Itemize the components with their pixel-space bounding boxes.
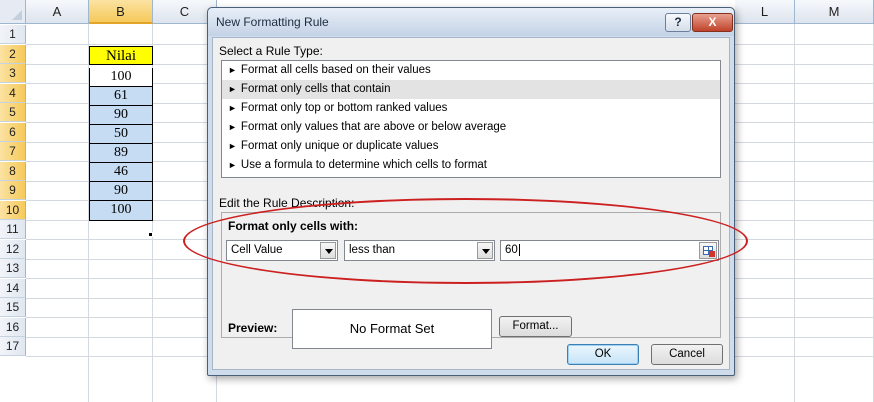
select-all-corner[interactable]: [0, 0, 26, 24]
rule-type-item[interactable]: ► Format only top or bottom ranked values: [222, 99, 720, 118]
rule-type-label: Format all cells based on their values: [240, 64, 431, 76]
row-header-6[interactable]: 6: [0, 123, 26, 142]
dropdown-arrow-icon[interactable]: [320, 242, 336, 259]
condition-field-select[interactable]: Cell Value: [226, 240, 338, 261]
format-only-cells-with-label: Format only cells with:: [228, 219, 359, 233]
dialog-titlebar[interactable]: New Formatting Rule ? X: [208, 8, 734, 36]
play-arrow-icon: ►: [228, 84, 237, 94]
cell-b9[interactable]: 90: [89, 182, 153, 201]
rule-type-label: Use a formula to determine which cells t…: [240, 159, 487, 171]
rule-type-item[interactable]: ► Format all cells based on their values: [222, 61, 720, 80]
row-header-1[interactable]: 1: [0, 25, 26, 44]
row-header-2[interactable]: 2: [0, 45, 26, 64]
row-header-12[interactable]: 12: [0, 240, 26, 259]
help-button[interactable]: ?: [665, 13, 691, 32]
row-header-10[interactable]: 10: [0, 201, 26, 220]
cell-b5[interactable]: 90: [89, 106, 153, 125]
edit-rule-description-label: Edit the Rule Description:: [219, 196, 355, 210]
dialog-body: Select a Rule Type: ► Format all cells ba…: [212, 37, 730, 370]
cell-b8[interactable]: 46: [89, 163, 153, 182]
ok-button[interactable]: OK: [567, 344, 639, 365]
condition-operator-value: less than: [349, 244, 396, 256]
format-preview: No Format Set: [292, 309, 492, 349]
cell-b4[interactable]: 61: [89, 87, 153, 106]
play-arrow-icon: ►: [228, 160, 237, 170]
rule-type-label: Format only cells that contain: [240, 83, 391, 95]
rule-type-label: Format only top or bottom ranked values: [240, 102, 448, 114]
row-header-11[interactable]: 11: [0, 220, 26, 239]
rule-type-label: Format only values that are above or bel…: [240, 121, 507, 133]
rule-type-label: Format only unique or duplicate values: [240, 140, 439, 152]
format-button[interactable]: Format...: [499, 316, 572, 337]
play-arrow-icon: ►: [228, 103, 237, 113]
cell-b3[interactable]: 100: [89, 68, 153, 87]
cell-b7[interactable]: 89: [89, 144, 153, 163]
column-header-l[interactable]: L: [735, 0, 795, 24]
row-header-4[interactable]: 4: [0, 84, 26, 103]
row-header-3[interactable]: 3: [0, 64, 26, 83]
row-header-13[interactable]: 13: [0, 259, 26, 278]
play-arrow-icon: ►: [228, 65, 237, 75]
play-arrow-icon: ►: [228, 122, 237, 132]
rule-type-item-selected[interactable]: ► Format only cells that contain: [222, 80, 720, 99]
column-header-a[interactable]: A: [26, 0, 89, 24]
condition-value-input[interactable]: 60: [500, 240, 719, 261]
new-formatting-rule-dialog: New Formatting Rule ? X Select a Rule Ty…: [207, 7, 735, 376]
row-header-5[interactable]: 5: [0, 103, 26, 122]
row-header-15[interactable]: 15: [0, 298, 26, 317]
fill-handle[interactable]: [148, 232, 153, 237]
condition-value-text: 60: [505, 244, 518, 256]
cell-b2-header[interactable]: Nilai: [89, 46, 153, 65]
rule-type-item[interactable]: ► Format only values that are above or be…: [222, 118, 720, 137]
cell-b10[interactable]: 100: [89, 201, 153, 221]
condition-operator-select[interactable]: less than: [344, 240, 495, 261]
rule-type-item[interactable]: ► Use a formula to determine which cells …: [222, 156, 720, 175]
cancel-button[interactable]: Cancel: [651, 344, 723, 365]
column-header-b[interactable]: B: [89, 0, 153, 24]
rule-description-group: Format only cells with: Cell Value less …: [221, 212, 721, 349]
row-header-16[interactable]: 16: [0, 318, 26, 337]
condition-field-value: Cell Value: [231, 244, 283, 256]
rule-type-item[interactable]: ► Format only unique or duplicate values: [222, 137, 720, 156]
cell-b6[interactable]: 50: [89, 125, 153, 144]
select-rule-type-label: Select a Rule Type:: [219, 44, 323, 58]
rule-type-list[interactable]: ► Format all cells based on their values …: [221, 60, 721, 178]
row-header-17[interactable]: 17: [0, 337, 26, 356]
dropdown-arrow-icon[interactable]: [477, 242, 493, 259]
close-button[interactable]: X: [692, 13, 733, 32]
row-header-8[interactable]: 8: [0, 162, 26, 181]
play-arrow-icon: ►: [228, 141, 237, 151]
row-header-14[interactable]: 14: [0, 279, 26, 298]
column-header-m[interactable]: M: [795, 0, 874, 24]
dialog-title: New Formatting Rule: [216, 15, 329, 29]
range-selector-icon[interactable]: [699, 242, 717, 259]
row-header-9[interactable]: 9: [0, 181, 26, 200]
preview-label: Preview:: [228, 321, 278, 335]
row-header-7[interactable]: 7: [0, 142, 26, 161]
